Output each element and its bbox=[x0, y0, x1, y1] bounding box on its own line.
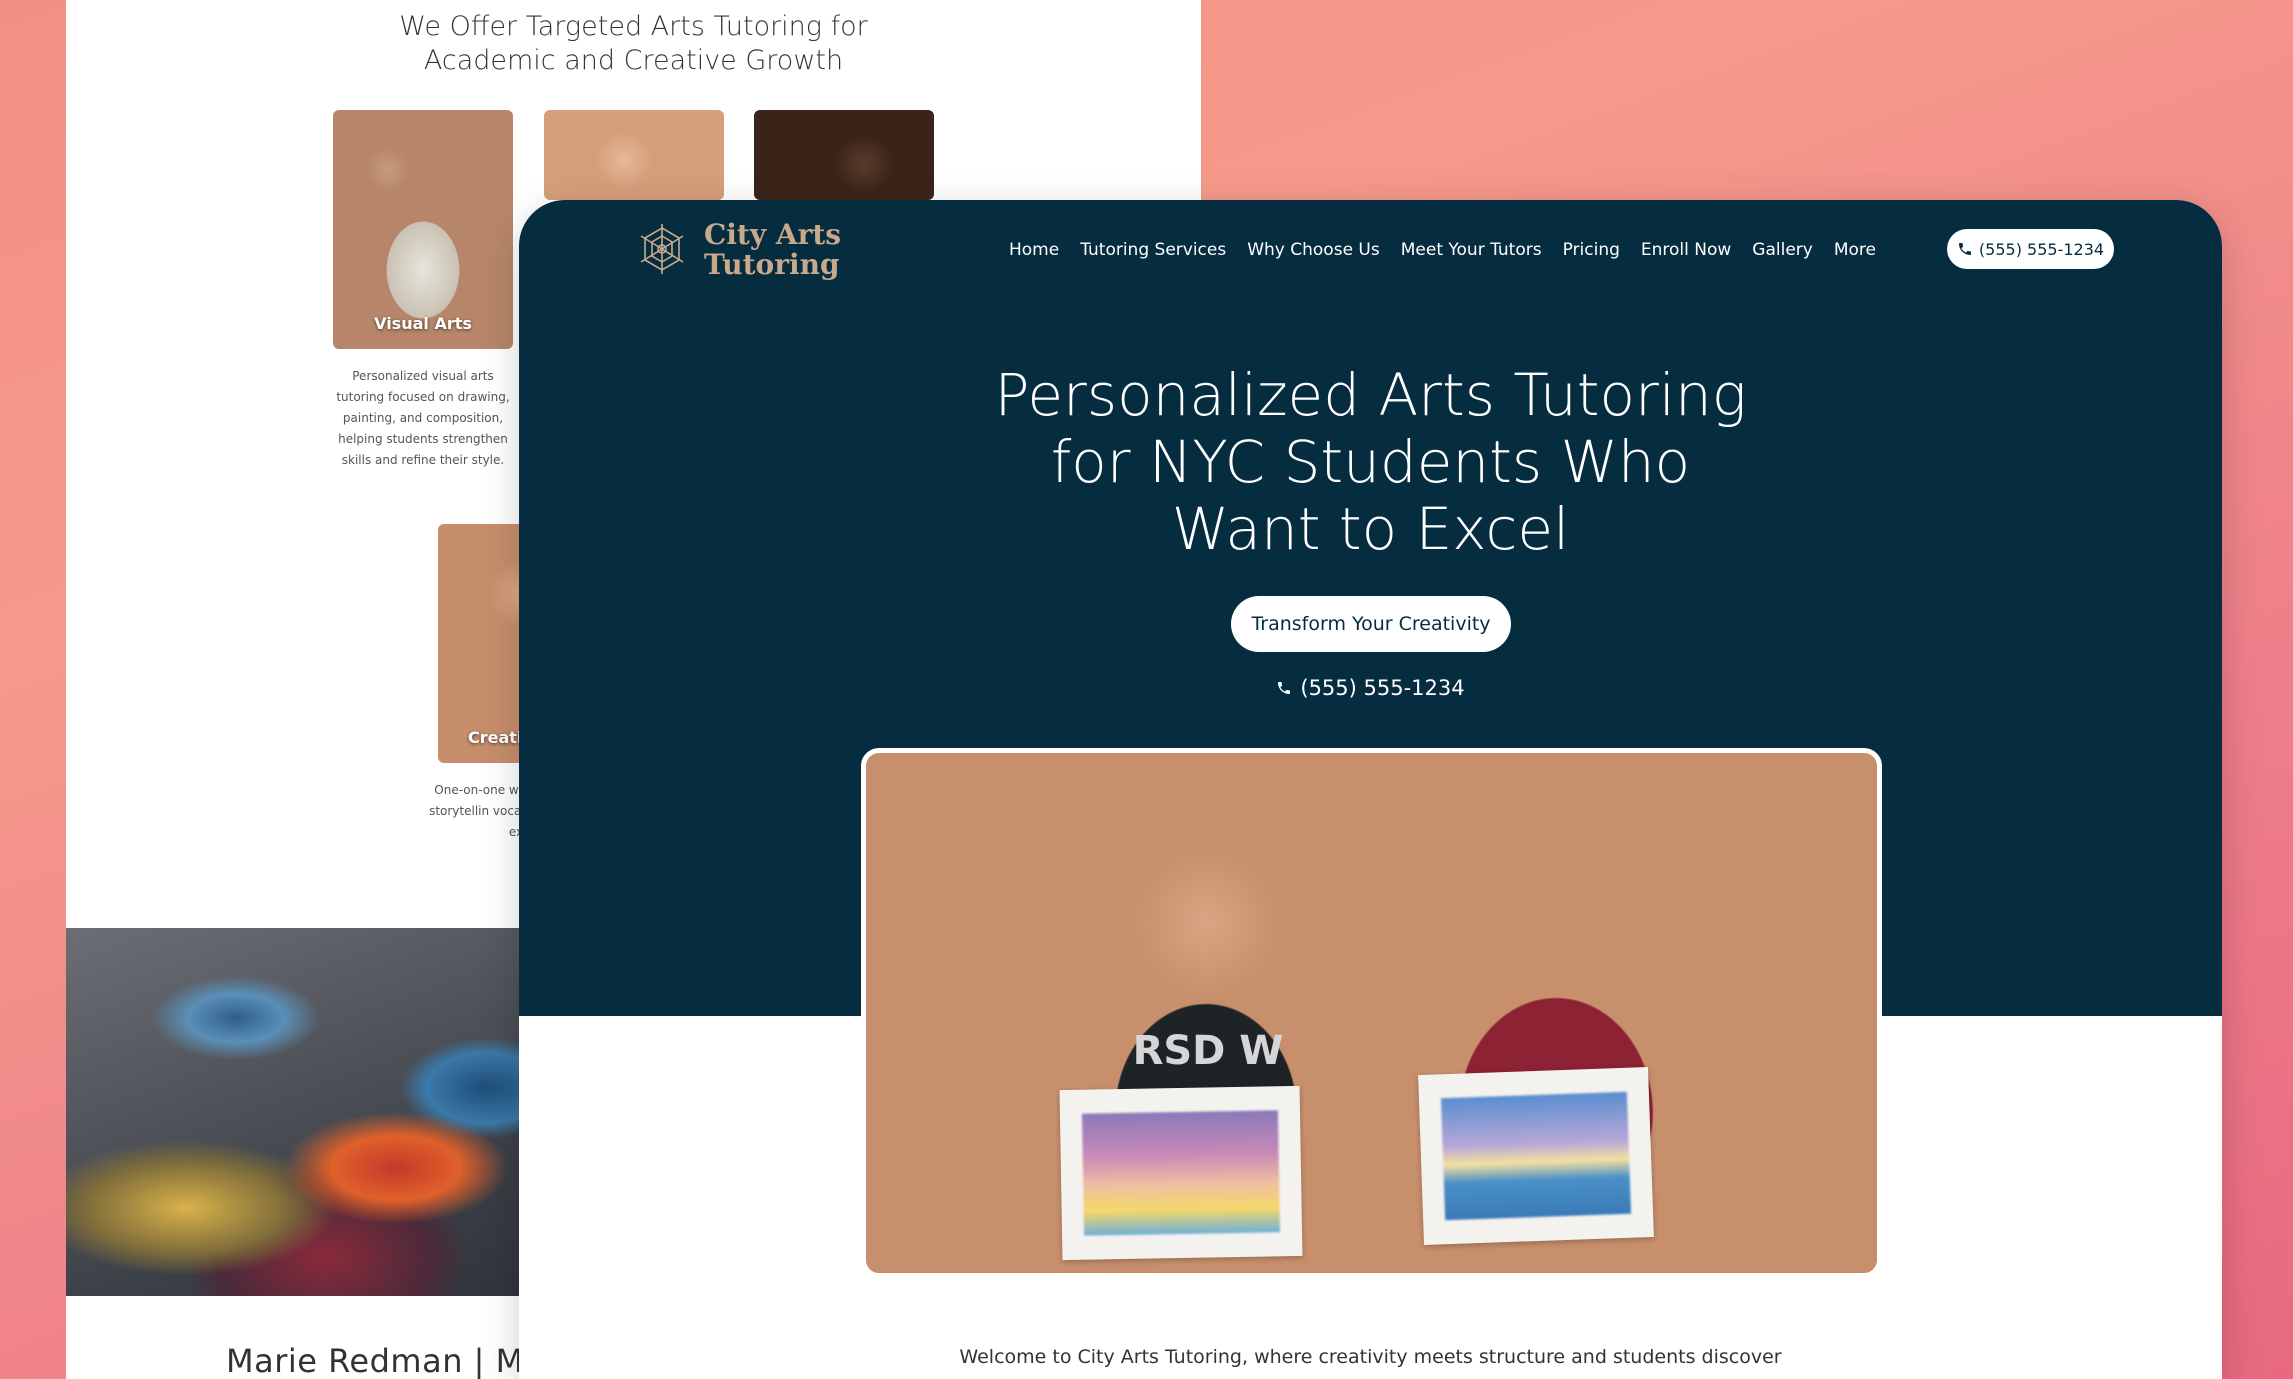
hero-phone-number: (555) 555-1234 bbox=[1300, 676, 1465, 700]
header-phone-button[interactable]: (555) 555-1234 bbox=[1947, 229, 2114, 269]
watercolor-painting-left bbox=[1059, 1085, 1303, 1261]
hero-title-line2: for NYC Students Who bbox=[1050, 428, 1691, 496]
tutoring-card-image[interactable] bbox=[544, 110, 724, 200]
hero-students-image: RSD W bbox=[861, 748, 1882, 1278]
hero-title-line3: Want to Excel bbox=[1171, 495, 1570, 563]
main-navigation: Home Tutoring Services Why Choose Us Mee… bbox=[1009, 240, 1876, 260]
shirt-print-text: RSD W bbox=[1132, 1028, 1284, 1074]
hero-title-line1: Personalized Arts Tutoring bbox=[994, 361, 1747, 429]
phone-icon bbox=[1958, 243, 1971, 255]
nav-pricing[interactable]: Pricing bbox=[1563, 240, 1620, 260]
logo-line2: Tutoring bbox=[704, 248, 840, 281]
services-heading-line2: Academic and Creative Growth bbox=[423, 45, 844, 76]
nav-gallery[interactable]: Gallery bbox=[1752, 240, 1813, 260]
phone-icon bbox=[1278, 682, 1291, 694]
visual-arts-card-description: Personalized visual arts tutoring focuse… bbox=[336, 369, 510, 467]
mandala-logo-icon bbox=[640, 224, 684, 274]
nav-more[interactable]: More bbox=[1834, 240, 1876, 260]
services-heading-line1: We Offer Targeted Arts Tutoring for bbox=[399, 11, 868, 42]
welcome-paragraph: Welcome to City Arts Tutoring, where cre… bbox=[959, 1346, 1782, 1368]
homepage-preview: City Arts Tutoring Home Tutoring Service… bbox=[519, 200, 2222, 1379]
header-phone-number: (555) 555-1234 bbox=[1978, 239, 2105, 259]
visual-arts-card-image[interactable]: Visual Arts bbox=[333, 110, 513, 349]
visual-arts-card-label: Visual Arts bbox=[374, 314, 472, 333]
nav-meet-your-tutors[interactable]: Meet Your Tutors bbox=[1401, 240, 1542, 260]
watercolor-painting-right bbox=[1418, 1067, 1654, 1245]
nav-enroll-now[interactable]: Enroll Now bbox=[1641, 240, 1731, 260]
tutor-name-heading: Marie Redman | Mu bbox=[226, 1342, 545, 1379]
tutoring-card-image[interactable] bbox=[754, 110, 934, 200]
hero-title: Personalized Arts Tutoring for NYC Stude… bbox=[519, 362, 2222, 563]
logo-line1: City Arts bbox=[704, 218, 842, 251]
nav-home[interactable]: Home bbox=[1009, 240, 1059, 260]
site-logo[interactable]: City Arts Tutoring bbox=[637, 220, 841, 280]
site-logo-text: City Arts Tutoring bbox=[704, 220, 841, 280]
services-heading: We Offer Targeted Arts Tutoring for Acad… bbox=[66, 10, 1201, 78]
hero-phone-link[interactable]: (555) 555-1234 bbox=[519, 676, 2222, 700]
transform-creativity-button[interactable]: Transform Your Creativity bbox=[1231, 596, 1511, 652]
nav-tutoring-services[interactable]: Tutoring Services bbox=[1080, 240, 1226, 260]
nav-why-choose-us[interactable]: Why Choose Us bbox=[1247, 240, 1380, 260]
